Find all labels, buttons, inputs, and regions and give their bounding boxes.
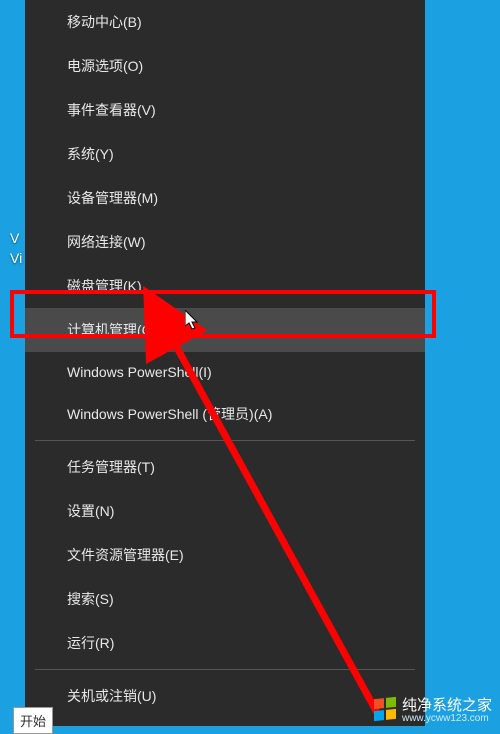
watermark-title: 纯净系统之家 — [402, 697, 492, 714]
menu-item-system[interactable]: 系统(Y) — [25, 132, 425, 176]
menu-label: 磁盘管理(K) — [67, 278, 142, 294]
menu-label: 关机或注销(U) — [67, 688, 156, 704]
menu-label: 计算机管理(G) — [67, 322, 157, 338]
menu-item-file-explorer[interactable]: 文件资源管理器(E) — [25, 533, 425, 577]
menu-label: 事件查看器(V) — [67, 102, 156, 118]
menu-label: 网络连接(W) — [67, 234, 146, 250]
menu-label: Windows PowerShell(I) — [67, 364, 212, 380]
start-button-tooltip: 开始 — [13, 707, 53, 734]
menu-item-mobility-center[interactable]: 移动中心(B) — [25, 0, 425, 44]
desktop-text-2: Vi — [10, 250, 22, 266]
menu-label: 系统(Y) — [67, 146, 114, 162]
menu-label: 文件资源管理器(E) — [67, 547, 184, 563]
menu-item-powershell-admin[interactable]: Windows PowerShell (管理员)(A) — [25, 392, 425, 436]
menu-item-event-viewer[interactable]: 事件查看器(V) — [25, 88, 425, 132]
menu-item-search[interactable]: 搜索(S) — [25, 577, 425, 621]
menu-item-settings[interactable]: 设置(N) — [25, 489, 425, 533]
menu-label: 运行(R) — [67, 635, 114, 651]
desktop-text-1: V — [10, 230, 19, 246]
menu-item-shutdown-signout[interactable]: 关机或注销(U) — [25, 674, 425, 718]
menu-label: 设置(N) — [67, 503, 114, 519]
menu-label: 移动中心(B) — [67, 14, 142, 30]
menu-item-computer-management[interactable]: 计算机管理(G) — [25, 308, 425, 352]
menu-item-task-manager[interactable]: 任务管理器(T) — [25, 445, 425, 489]
windows-logo-icon — [374, 697, 396, 721]
menu-item-powershell[interactable]: Windows PowerShell(I) — [25, 352, 425, 392]
menu-label: 搜索(S) — [67, 591, 114, 607]
menu-label: 任务管理器(T) — [67, 459, 155, 475]
menu-item-device-manager[interactable]: 设备管理器(M) — [25, 176, 425, 220]
menu-separator — [35, 669, 415, 670]
menu-item-disk-management[interactable]: 磁盘管理(K) — [25, 264, 425, 308]
winx-context-menu: 移动中心(B) 电源选项(O) 事件查看器(V) 系统(Y) 设备管理器(M) … — [25, 0, 425, 726]
menu-separator — [35, 440, 415, 441]
menu-item-network-connections[interactable]: 网络连接(W) — [25, 220, 425, 264]
menu-item-power-options[interactable]: 电源选项(O) — [25, 44, 425, 88]
menu-label: 电源选项(O) — [67, 58, 143, 74]
menu-label: Windows PowerShell (管理员)(A) — [67, 406, 272, 422]
menu-item-run[interactable]: 运行(R) — [25, 621, 425, 665]
watermark: 纯净系统之家 www.ycww123.com — [374, 694, 492, 724]
menu-label: 设备管理器(M) — [67, 190, 158, 206]
watermark-url: www.ycww123.com — [402, 713, 492, 724]
